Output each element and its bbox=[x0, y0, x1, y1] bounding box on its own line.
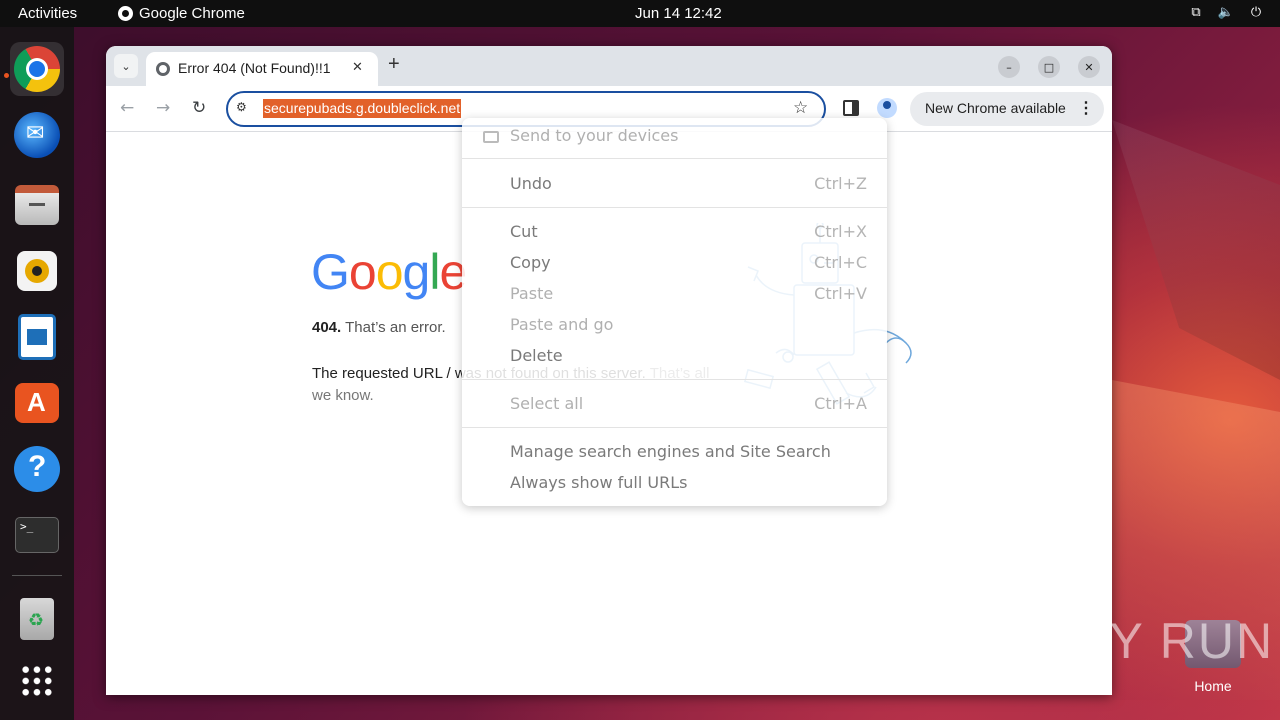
menu-shortcut: Ctrl+A bbox=[814, 394, 867, 413]
dock-writer[interactable] bbox=[10, 310, 64, 364]
menu-separator bbox=[462, 379, 887, 380]
update-chrome-button[interactable]: New Chrome available ⋮ bbox=[910, 92, 1104, 126]
close-window-button[interactable]: ✕ bbox=[1078, 56, 1100, 78]
writer-icon bbox=[18, 314, 56, 360]
tab-active[interactable]: Error 404 (Not Found)!!1 ✕ bbox=[146, 52, 378, 86]
dock-help[interactable] bbox=[10, 442, 64, 496]
menu-item-delete[interactable]: Delete bbox=[510, 346, 563, 365]
google-logo: Google bbox=[311, 243, 467, 301]
menu-item-undo[interactable]: Undo bbox=[510, 174, 552, 193]
menu-shortcut: Ctrl+X bbox=[814, 222, 867, 241]
logo-letter: G bbox=[311, 244, 350, 300]
logo-letter: o bbox=[375, 244, 404, 300]
anyrun-watermark: ANY RUN bbox=[1036, 612, 1274, 670]
activities-button[interactable]: Activities bbox=[18, 5, 77, 22]
help-icon bbox=[14, 446, 60, 492]
files-icon bbox=[15, 185, 59, 225]
rhythmbox-icon bbox=[17, 251, 57, 291]
network-icon: ⧉ bbox=[1191, 4, 1201, 20]
chrome-icon bbox=[14, 46, 60, 92]
reload-button[interactable]: ↻ bbox=[192, 98, 206, 118]
menu-item-select-all[interactable]: Select all bbox=[510, 394, 583, 413]
back-button[interactable]: ← bbox=[120, 98, 134, 118]
new-tab-button[interactable]: + bbox=[388, 53, 400, 76]
tab-search-button[interactable]: ⌄ bbox=[114, 54, 138, 78]
profile-avatar-icon[interactable] bbox=[877, 98, 897, 118]
app-menu[interactable]: Google Chrome bbox=[118, 5, 245, 22]
minimize-icon: – bbox=[1006, 60, 1012, 74]
site-info-icon[interactable]: ⚙ bbox=[236, 100, 254, 118]
home-folder-label: Home bbox=[1194, 678, 1232, 694]
thunderbird-icon bbox=[14, 112, 60, 158]
menu-item-paste-and-go[interactable]: Paste and go bbox=[510, 315, 613, 334]
power-icon: ⏻ bbox=[1250, 4, 1262, 20]
more-menu-icon[interactable]: ⋮ bbox=[1078, 98, 1094, 118]
dock-thunderbird[interactable] bbox=[10, 108, 64, 162]
menu-separator bbox=[462, 427, 887, 428]
minimize-button[interactable]: – bbox=[998, 56, 1020, 78]
logo-letter: l bbox=[429, 244, 440, 300]
menu-shortcut: Ctrl+C bbox=[813, 253, 867, 272]
dock-separator bbox=[12, 575, 62, 576]
clock[interactable]: Jun 14 12:42 bbox=[635, 5, 722, 22]
maximize-icon: □ bbox=[1043, 60, 1055, 74]
chrome-icon bbox=[118, 6, 133, 21]
logo-letter: o bbox=[348, 244, 377, 300]
volume-icon: 🔈 bbox=[1217, 4, 1235, 20]
forward-button[interactable]: → bbox=[156, 98, 170, 118]
menu-item-always-show-full-urls[interactable]: Always show full URLs bbox=[510, 473, 687, 492]
menu-separator bbox=[462, 207, 887, 208]
terminal-icon bbox=[15, 517, 59, 553]
chevron-down-icon: ⌄ bbox=[121, 59, 131, 73]
maximize-button[interactable]: □ bbox=[1038, 56, 1060, 78]
dock-terminal[interactable] bbox=[10, 508, 64, 562]
menu-shortcut: Ctrl+V bbox=[814, 284, 867, 303]
logo-letter: g bbox=[402, 244, 431, 300]
menu-separator bbox=[462, 158, 887, 159]
menu-item-cut[interactable]: Cut bbox=[510, 222, 538, 241]
show-apps-button[interactable] bbox=[10, 654, 64, 708]
side-panel-icon[interactable] bbox=[843, 100, 859, 116]
error-title: That’s an error. bbox=[345, 319, 446, 336]
error-code: 404. bbox=[312, 319, 342, 336]
close-tab-icon[interactable]: ✕ bbox=[352, 60, 363, 75]
system-tray[interactable]: ⧉ 🔈 ⏻ bbox=[1188, 4, 1264, 20]
app-menu-label: Google Chrome bbox=[139, 5, 245, 22]
trash-icon bbox=[20, 598, 54, 640]
globe-icon bbox=[156, 62, 170, 76]
dock-rhythmbox[interactable] bbox=[10, 244, 64, 298]
menu-shortcut: Ctrl+Z bbox=[814, 174, 867, 193]
omnibox-context-menu: Send to your devices Undo Ctrl+Z Cut Ctr… bbox=[462, 118, 887, 506]
tab-strip: ⌄ Error 404 (Not Found)!!1 ✕ + – □ ✕ bbox=[106, 46, 1112, 86]
watermark-text: ANY RUN bbox=[1036, 613, 1275, 669]
running-indicator bbox=[4, 73, 9, 78]
tab-title: Error 404 (Not Found)!!1 bbox=[178, 60, 331, 76]
dock-trash[interactable] bbox=[10, 592, 64, 646]
menu-item-copy[interactable]: Copy bbox=[510, 253, 551, 272]
url-text-selected[interactable]: securepubads.g.doubleclick.net bbox=[263, 99, 462, 118]
devices-icon bbox=[483, 131, 499, 143]
menu-item-paste[interactable]: Paste bbox=[510, 284, 553, 303]
bookmark-star-icon[interactable]: ☆ bbox=[793, 98, 808, 118]
show-apps-icon bbox=[20, 664, 54, 698]
dock-chrome[interactable] bbox=[10, 42, 64, 96]
menu-item-manage-search-engines[interactable]: Manage search engines and Site Search bbox=[510, 442, 831, 461]
dock-files[interactable] bbox=[10, 178, 64, 232]
close-icon: ✕ bbox=[1084, 60, 1094, 74]
app-center-icon bbox=[15, 383, 59, 423]
error-heading: 404. That’s an error. bbox=[312, 319, 446, 336]
menu-item-send-to-devices[interactable]: Send to your devices bbox=[510, 126, 678, 145]
dock-app-center[interactable] bbox=[10, 376, 64, 430]
update-chip-label: New Chrome available bbox=[925, 100, 1066, 116]
top-bar: Activities Google Chrome Jun 14 12:42 ⧉ … bbox=[0, 0, 1280, 27]
dock bbox=[0, 27, 74, 720]
